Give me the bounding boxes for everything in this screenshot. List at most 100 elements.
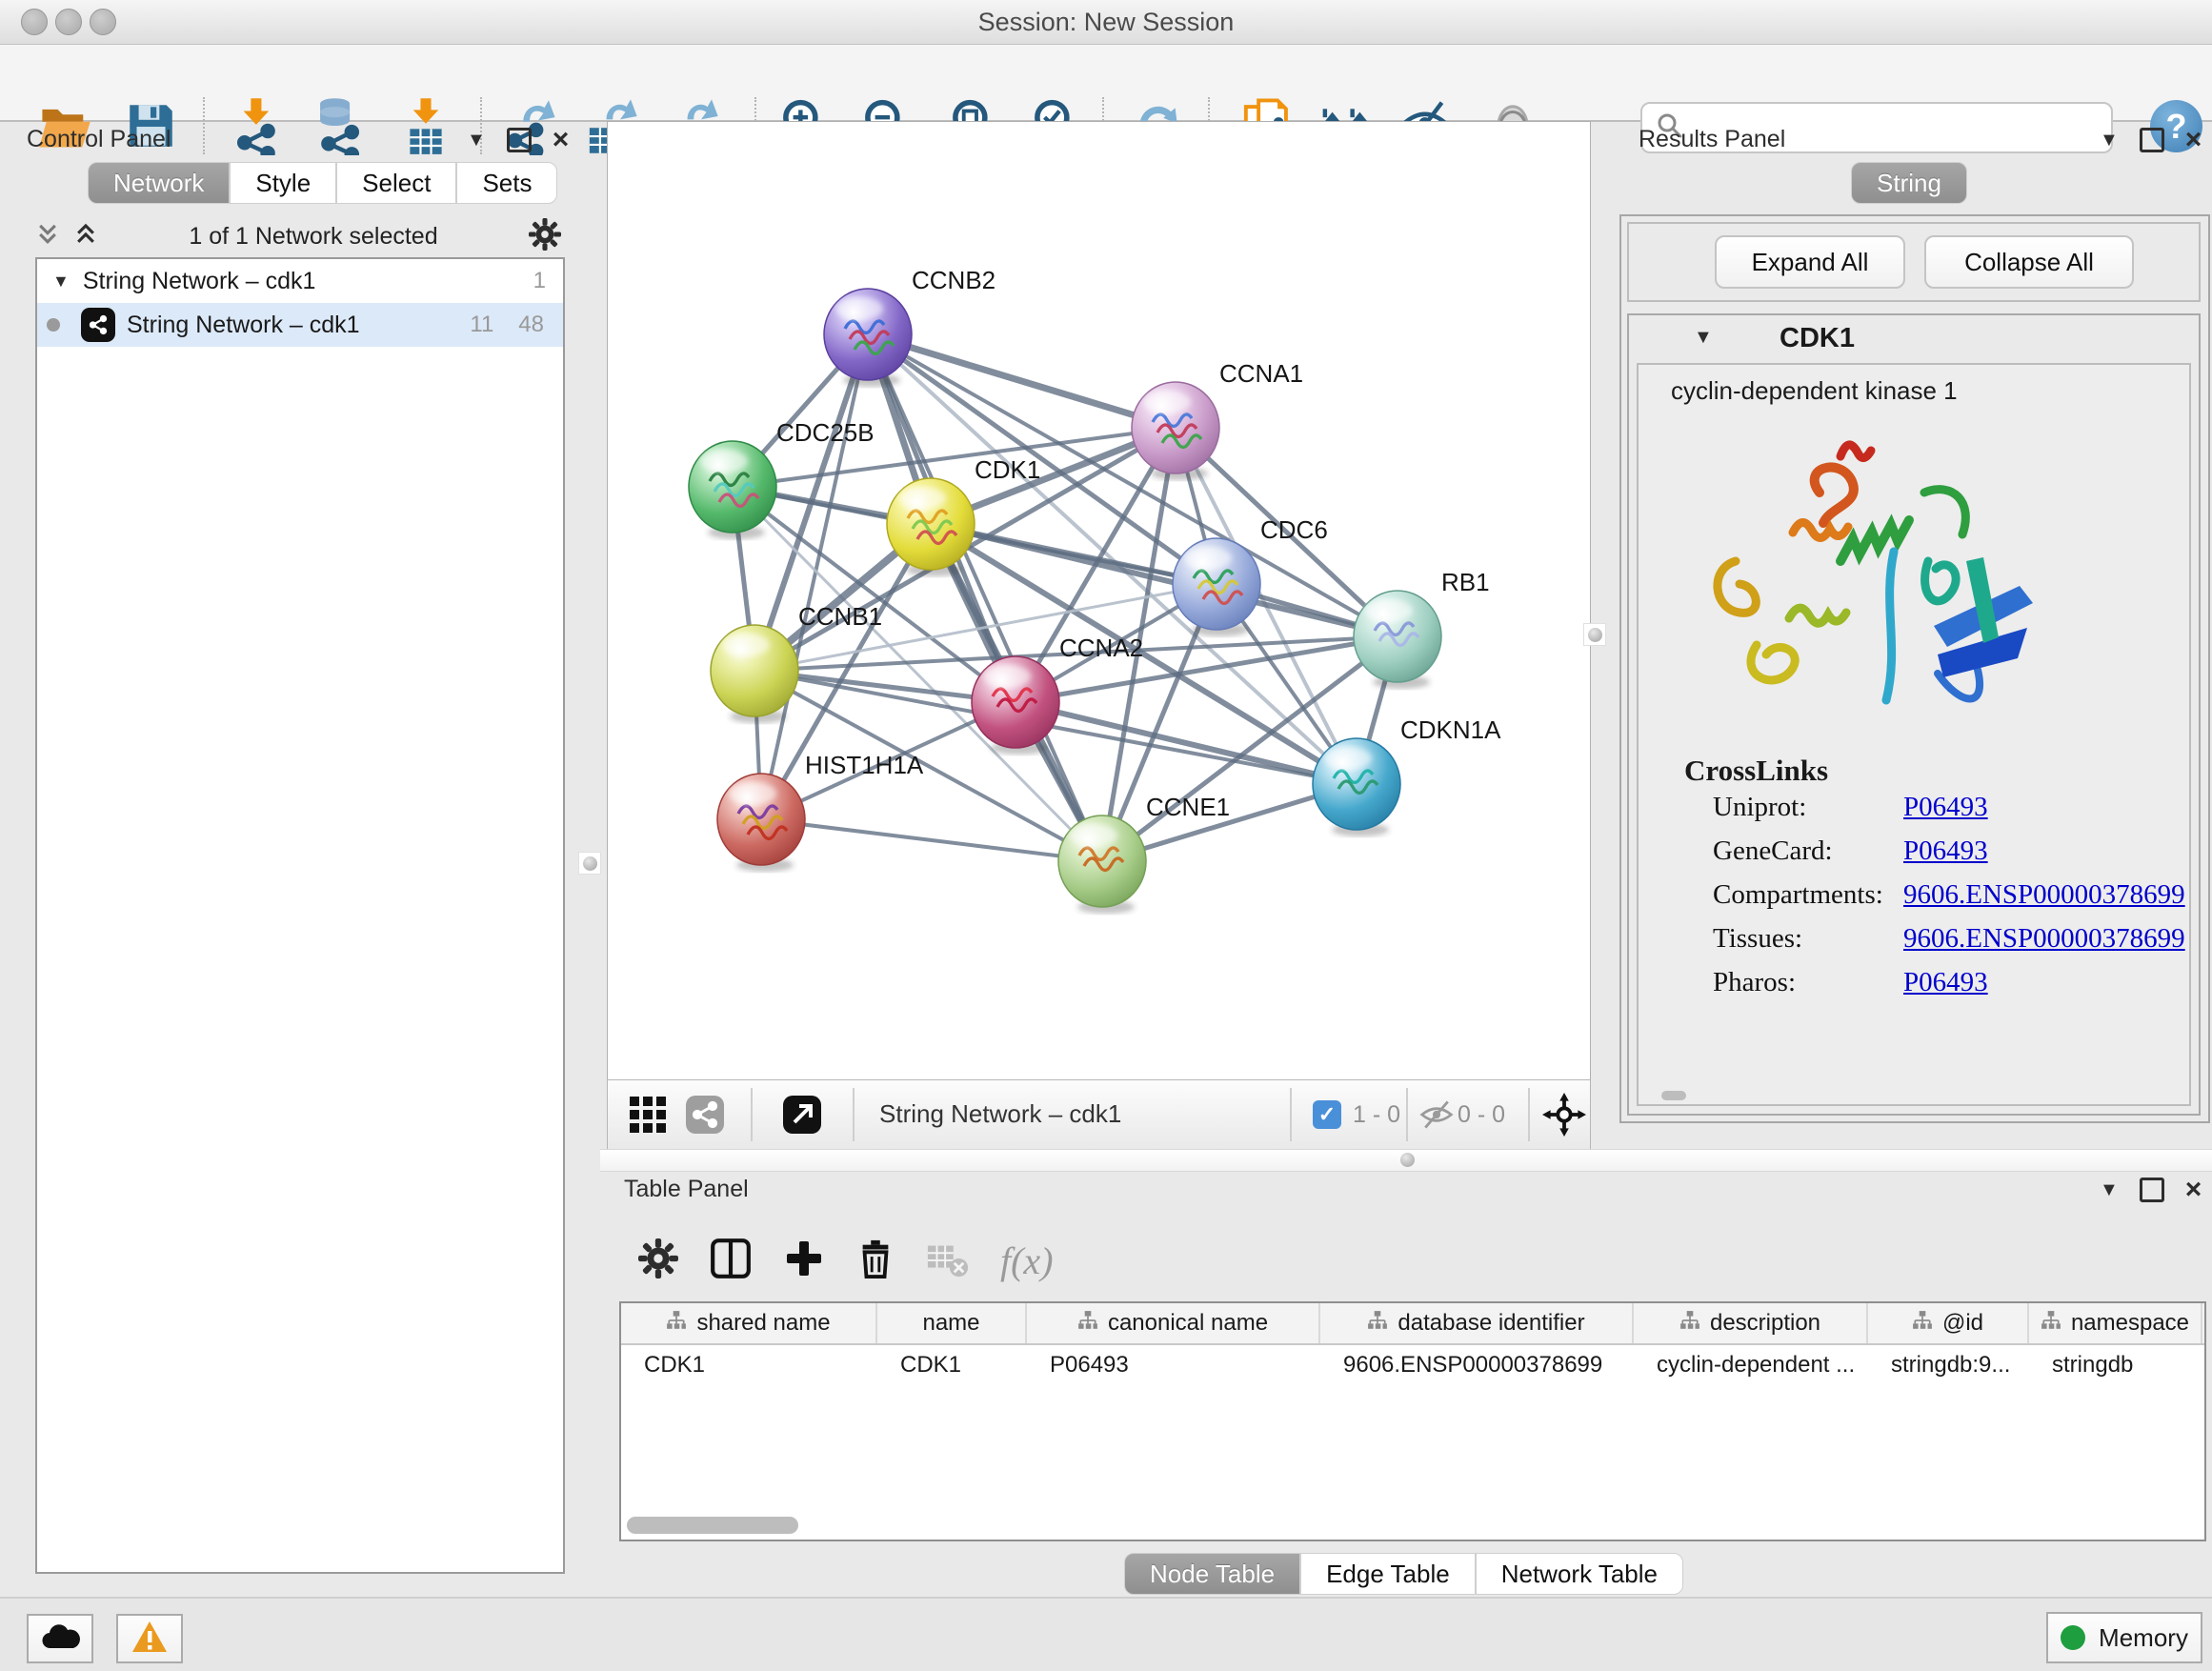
table-gear-icon[interactable] [638, 1238, 678, 1283]
show-columns-icon[interactable] [709, 1237, 753, 1285]
network-row-label: String Network – cdk1 [127, 312, 470, 339]
network-node-cdc25b[interactable] [689, 441, 776, 539]
crosslink-label: Compartments: [1639, 879, 1903, 911]
crosslink-link[interactable]: 9606.ENSP00000378699 [1903, 923, 2185, 955]
table-cell[interactable]: 9606.ENSP00000378699 [1320, 1345, 1634, 1385]
import-network-file-icon[interactable] [227, 95, 288, 156]
delete-column-icon[interactable] [855, 1238, 895, 1283]
results-hscrollbar[interactable] [1661, 1091, 1686, 1100]
network-share-icon[interactable] [680, 1085, 730, 1144]
float-panel-icon[interactable] [2140, 1178, 2164, 1202]
node-table[interactable]: shared namenamecanonical namedatabase id… [619, 1301, 2206, 1541]
crosslink-row: Uniprot:P06493 [1639, 792, 2189, 823]
crosslink-link[interactable]: P06493 [1903, 836, 1988, 867]
horizontal-splitter[interactable] [600, 1149, 2212, 1172]
network-edge[interactable] [868, 334, 1176, 428]
footer-separator [751, 1088, 753, 1141]
import-network-database-icon[interactable] [309, 95, 370, 156]
expand-all-button[interactable]: Expand All [1715, 235, 1905, 289]
gear-icon[interactable] [529, 218, 561, 255]
network-selector-row: 1 of 1 Network selected [35, 217, 561, 255]
network-edge[interactable] [1016, 702, 1357, 784]
column-header-canonical-name[interactable]: canonical name [1027, 1303, 1320, 1343]
node-label-cdc6: CDC6 [1260, 515, 1328, 544]
node-label-ccna2: CCNA2 [1059, 634, 1143, 662]
column-header-description[interactable]: description [1634, 1303, 1868, 1343]
expand-all-icon[interactable] [73, 222, 98, 252]
network-current-dot [47, 318, 60, 332]
column-header-shared-name[interactable]: shared name [621, 1303, 877, 1343]
network-row-selected[interactable]: String Network – cdk1 11 48 [37, 303, 563, 347]
grid-view-icon[interactable] [623, 1085, 673, 1144]
cloud-icon [39, 1621, 81, 1657]
network-node-cdkn1a[interactable] [1313, 738, 1400, 836]
left-splitter-handle[interactable] [578, 852, 601, 875]
tree-expand-icon[interactable]: ▼ [52, 272, 70, 292]
selected-checkbox[interactable]: ✓ [1313, 1100, 1341, 1129]
network-canvas[interactable]: CCNB2CCNA1CDC25BCDK1CDC6RB1CCNB1CCNA2CDK… [607, 121, 1591, 1081]
right-splitter-handle[interactable] [1583, 623, 1606, 646]
open-in-window-icon[interactable] [777, 1085, 827, 1144]
memory-label: Memory [2099, 1623, 2188, 1653]
column-header-@id[interactable]: @id [1868, 1303, 2029, 1343]
collapse-all-button[interactable]: Collapse All [1924, 235, 2134, 289]
memory-button[interactable]: Memory [2046, 1612, 2202, 1663]
tab-style[interactable]: Style [230, 162, 336, 204]
collapse-panel-icon[interactable]: ▼ [2100, 130, 2119, 151]
float-panel-icon[interactable] [2140, 128, 2164, 152]
network-node-cdc6[interactable] [1173, 538, 1260, 636]
network-node-rb1[interactable] [1354, 591, 1441, 689]
float-panel-icon[interactable] [507, 128, 532, 152]
network-edge[interactable] [868, 334, 1102, 861]
column-header-namespace[interactable]: namespace [2029, 1303, 2202, 1343]
network-node-ccne1[interactable] [1058, 815, 1146, 914]
memory-status-dot [2061, 1625, 2085, 1650]
tab-string[interactable]: String [1851, 162, 1967, 204]
network-node-ccna1[interactable] [1132, 382, 1219, 480]
crosslink-label: Pharos: [1639, 967, 1903, 998]
tab-edge-table[interactable]: Edge Table [1300, 1553, 1476, 1595]
table-hscrollbar[interactable] [627, 1517, 798, 1534]
close-panel-icon[interactable]: × [2185, 1180, 2202, 1199]
tab-network[interactable]: Network [88, 162, 230, 204]
collapse-protein-icon[interactable]: ▼ [1694, 327, 1713, 349]
node-label-cdc25b: CDC25B [776, 418, 875, 447]
table-cell[interactable]: cyclin-dependent ... [1634, 1345, 1868, 1385]
collapse-panel-icon[interactable]: ▼ [467, 130, 486, 151]
network-selection-status: 1 of 1 Network selected [98, 223, 529, 251]
crosslink-link[interactable]: P06493 [1903, 792, 1988, 823]
table-cell[interactable]: CDK1 [621, 1345, 877, 1385]
cloud-status-button[interactable] [27, 1614, 93, 1663]
column-header-database-identifier[interactable]: database identifier [1320, 1303, 1634, 1343]
crosslink-link[interactable]: P06493 [1903, 967, 1988, 998]
tab-select[interactable]: Select [336, 162, 456, 204]
main-toolbar: ? [0, 45, 2212, 122]
crosslinks-title: CrossLinks [1684, 754, 1828, 788]
network-graph[interactable]: CCNB2CCNA1CDC25BCDK1CDC6RB1CCNB1CCNA2CDK… [608, 122, 1590, 1080]
table-cell[interactable]: CDK1 [877, 1345, 1027, 1385]
node-label-rb1: RB1 [1441, 568, 1490, 596]
table-cell[interactable]: stringdb:9... [1868, 1345, 2029, 1385]
warnings-button[interactable] [116, 1614, 183, 1663]
tab-network-table[interactable]: Network Table [1476, 1553, 1683, 1595]
network-node-hist1h1a[interactable] [717, 774, 805, 872]
table-panel-title: Table Panel [624, 1176, 749, 1203]
network-edge[interactable] [761, 819, 1102, 861]
table-row[interactable]: CDK1CDK1P064939606.ENSP00000378699cyclin… [621, 1345, 2204, 1385]
network-view-toolbar: String Network – cdk1 ✓ 1 - 0 0 - 0 [607, 1079, 1591, 1150]
footer-separator [853, 1088, 855, 1141]
table-cell[interactable]: stringdb [2029, 1345, 2202, 1385]
network-collection-row[interactable]: ▼ String Network – cdk1 1 [37, 259, 563, 303]
import-table-file-icon[interactable] [395, 95, 456, 156]
close-panel-icon[interactable]: × [2185, 131, 2202, 150]
close-panel-icon[interactable]: × [553, 131, 570, 150]
collapse-panel-icon[interactable]: ▼ [2100, 1179, 2119, 1201]
crosslink-link[interactable]: 9606.ENSP00000378699 [1903, 879, 2185, 911]
add-column-icon[interactable] [783, 1238, 825, 1284]
birds-eye-toggle-icon[interactable] [1539, 1088, 1589, 1141]
tab-node-table[interactable]: Node Table [1124, 1553, 1300, 1595]
tab-sets[interactable]: Sets [456, 162, 557, 204]
collapse-all-icon[interactable] [35, 222, 60, 252]
column-header-name[interactable]: name [877, 1303, 1027, 1343]
table-cell[interactable]: P06493 [1027, 1345, 1320, 1385]
